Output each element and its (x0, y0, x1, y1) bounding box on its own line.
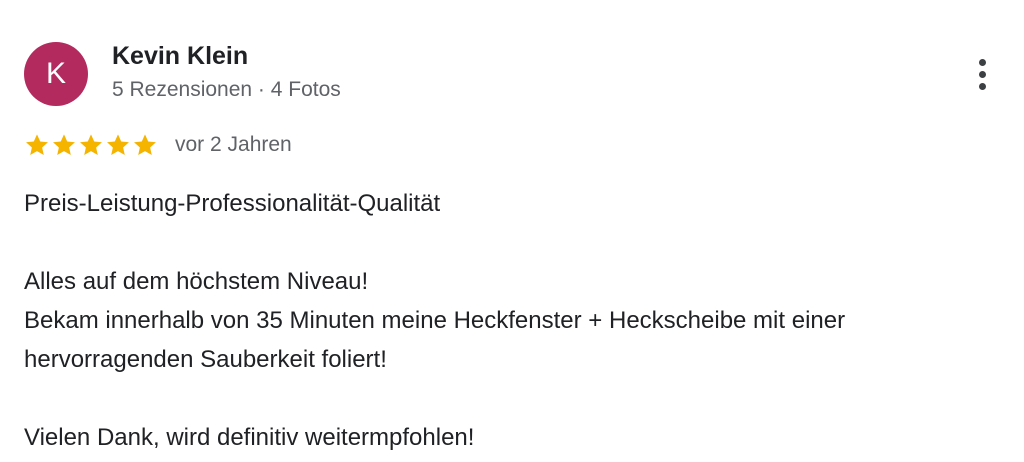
reviewer-meta: 5 Rezensionen · 4 Fotos (112, 78, 341, 101)
more-options-button[interactable] (966, 54, 998, 94)
more-vert-icon-dot (978, 82, 986, 90)
star-icon (53, 134, 75, 156)
review-line: Preis-Leistung-Professionalität-Qualität (24, 190, 441, 217)
reviewer-name[interactable]: Kevin Klein (112, 42, 248, 71)
more-vert-icon-dot (978, 70, 986, 78)
avatar-initial: K (45, 57, 66, 90)
star-rating (24, 132, 159, 158)
more-vert-icon-dot (978, 58, 986, 66)
review-line: hervorragenden Sauberkeit foliert! (24, 346, 387, 373)
avatar[interactable]: K (24, 42, 88, 106)
star-icon (134, 134, 156, 156)
review-date: vor 2 Jahren (175, 133, 292, 156)
star-icon (26, 134, 48, 156)
review-line: Alles auf dem höchstem Niveau! (24, 268, 369, 295)
review-text: Preis-Leistung-Professionalität-Qualität… (24, 184, 1004, 457)
star-icon (107, 134, 129, 156)
star-icon (80, 134, 102, 156)
review-line: Bekam innerhalb von 35 Minuten meine Hec… (24, 307, 846, 334)
review-line: Vielen Dank, wird definitiv weitermpfohl… (24, 424, 475, 451)
rating-row: vor 2 Jahren (24, 128, 292, 162)
